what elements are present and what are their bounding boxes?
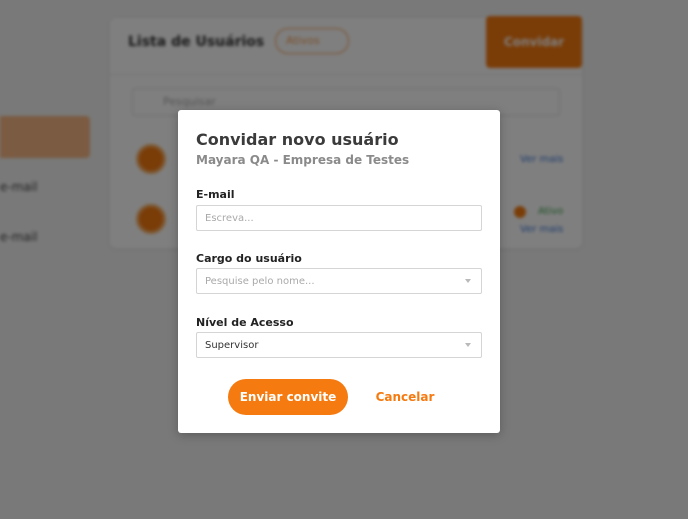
cancel-button[interactable]: Cancelar	[368, 379, 442, 415]
role-select-placeholder: Pesquise pelo nome...	[205, 275, 315, 287]
access-level-select[interactable]: Supervisor	[196, 332, 482, 358]
chevron-down-icon	[465, 279, 471, 283]
email-field[interactable]	[196, 205, 482, 231]
role-label: Cargo do usuário	[196, 252, 302, 265]
chevron-down-icon	[465, 343, 471, 347]
send-invite-button[interactable]: Enviar convite	[228, 379, 348, 415]
role-select[interactable]: Pesquise pelo nome...	[196, 268, 482, 294]
access-level-value: Supervisor	[205, 339, 259, 351]
access-level-label: Nível de Acesso	[196, 316, 294, 329]
email-label: E-mail	[196, 188, 235, 201]
modal-title: Convidar novo usuário	[196, 130, 399, 149]
invite-user-modal: Convidar novo usuário Mayara QA - Empres…	[178, 110, 500, 433]
modal-subtitle: Mayara QA - Empresa de Testes	[196, 153, 410, 167]
